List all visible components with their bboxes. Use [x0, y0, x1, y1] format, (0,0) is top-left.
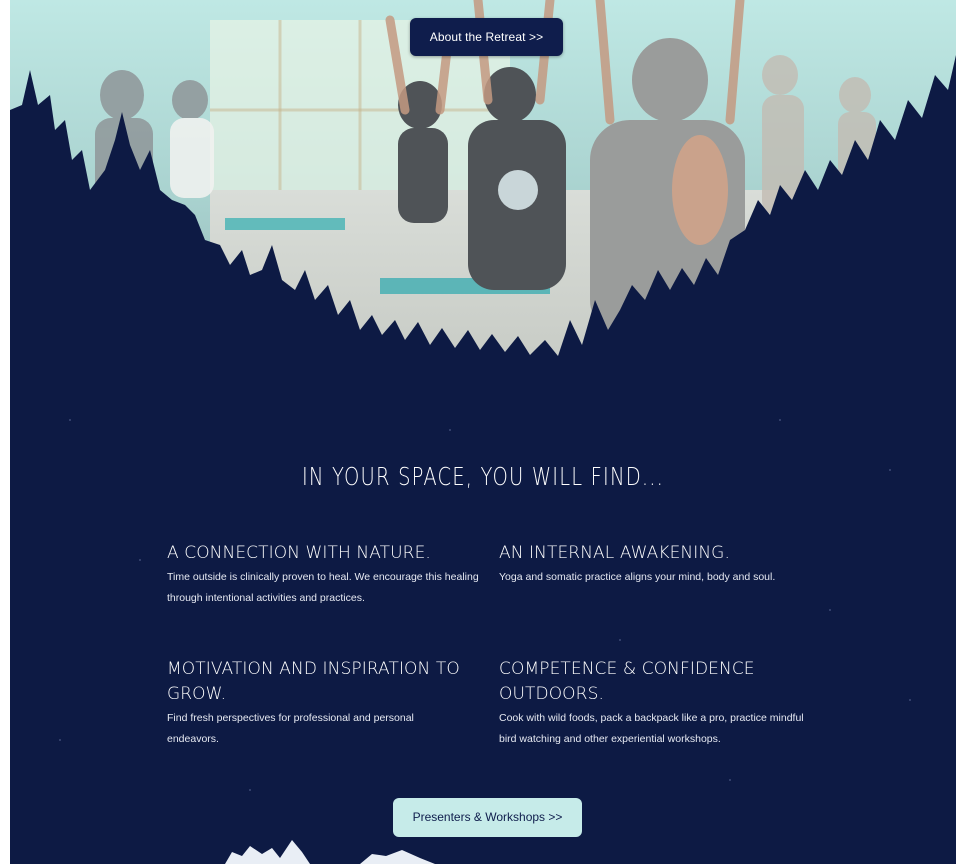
feature-description: Find fresh perspectives for professional…: [167, 712, 414, 745]
feature-title: MOTIVATION AND INSPIRATION TO GROW.: [167, 659, 460, 704]
bottom-brush-decoration: [225, 840, 435, 864]
feature-title: AN INTERNAL AWAKENING.: [499, 543, 730, 563]
feature-internal-awakening: AN INTERNAL AWAKENING. Yoga and somatic …: [499, 541, 829, 588]
feature-description: Cook with wild foods, pack a backpack li…: [499, 712, 804, 745]
feature-connection-with-nature: A CONNECTION WITH NATURE. Time outside i…: [167, 541, 487, 609]
feature-motivation-inspiration: MOTIVATION AND INSPIRATION TO GROW. Find…: [167, 657, 467, 750]
feature-title: COMPETENCE & CONFIDENCE OUTDOORS.: [499, 659, 755, 704]
feature-description: Yoga and somatic practice aligns your mi…: [499, 571, 776, 583]
feature-competence-confidence: COMPETENCE & CONFIDENCE OUTDOORS. Cook w…: [499, 657, 819, 750]
hero-image: About the Retreat >>: [10, 0, 956, 360]
feature-description: Time outside is clinically proven to hea…: [167, 571, 479, 604]
page: About the Retreat >> IN YOUR SPACE, YOU …: [10, 0, 956, 864]
feature-title: A CONNECTION WITH NATURE.: [167, 543, 431, 563]
section-heading: IN YOUR SPACE, YOU WILL FIND...: [301, 462, 665, 491]
about-retreat-button[interactable]: About the Retreat >>: [410, 18, 563, 56]
